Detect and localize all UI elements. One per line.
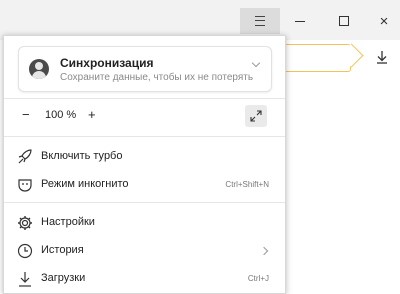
menu-item-label: Режим инкогнито bbox=[41, 178, 129, 190]
divider bbox=[4, 98, 285, 99]
menu-item-label: История bbox=[41, 244, 84, 256]
menu-item-history[interactable]: История bbox=[4, 238, 285, 264]
minimize-icon bbox=[295, 20, 305, 22]
hotkey-label: Ctrl+Shift+N bbox=[225, 180, 269, 189]
user-avatar-icon bbox=[29, 59, 49, 79]
toolbar-download-button[interactable] bbox=[373, 48, 391, 66]
close-icon: × bbox=[379, 12, 389, 30]
menu-item-turbo[interactable]: Включить турбо bbox=[4, 144, 285, 170]
minimize-button[interactable] bbox=[280, 8, 320, 34]
divider bbox=[4, 202, 285, 203]
chevron-right-icon bbox=[259, 246, 269, 256]
sync-card[interactable]: Синхронизация Сохраните данные, чтобы их… bbox=[18, 46, 272, 92]
menu-item-label: Настройки bbox=[41, 216, 95, 228]
close-button[interactable]: × bbox=[364, 8, 400, 34]
fullscreen-button[interactable] bbox=[245, 105, 267, 127]
menu-item-downloads[interactable]: Загрузки Ctrl+J bbox=[4, 266, 285, 292]
menu-item-incognito[interactable]: Режим инкогнито Ctrl+Shift+N bbox=[4, 172, 285, 198]
zoom-out-button[interactable]: − bbox=[22, 107, 30, 122]
gear-icon bbox=[18, 216, 32, 230]
maximize-button[interactable] bbox=[324, 8, 364, 34]
sync-subtitle: Сохраните данные, чтобы их не потерять bbox=[60, 72, 254, 83]
hotkey-label: Ctrl+J bbox=[247, 274, 269, 283]
download-icon bbox=[19, 272, 31, 287]
menu-item-settings[interactable]: Настройки bbox=[4, 210, 285, 236]
zoom-row: − 100 % + bbox=[4, 102, 285, 132]
divider bbox=[4, 136, 285, 137]
rocket-icon bbox=[18, 149, 32, 164]
browser-titlebar: × bbox=[0, 0, 400, 40]
maximize-icon bbox=[339, 16, 349, 26]
incognito-mask-icon bbox=[18, 179, 32, 192]
zoom-in-button[interactable]: + bbox=[88, 107, 96, 122]
fullscreen-icon bbox=[250, 110, 262, 122]
hamburger-menu-button[interactable] bbox=[240, 8, 280, 34]
zoom-level: 100 % bbox=[45, 109, 77, 121]
menu-item-label: Загрузки bbox=[41, 272, 86, 284]
main-menu-panel: Синхронизация Сохраните данные, чтобы их… bbox=[3, 35, 286, 294]
chevron-down-icon[interactable] bbox=[251, 58, 261, 68]
sync-title: Синхронизация bbox=[60, 56, 154, 70]
menu-item-label: Включить турбо bbox=[41, 150, 123, 162]
clock-icon bbox=[17, 243, 33, 259]
hamburger-icon bbox=[255, 16, 265, 26]
download-icon bbox=[377, 51, 387, 64]
